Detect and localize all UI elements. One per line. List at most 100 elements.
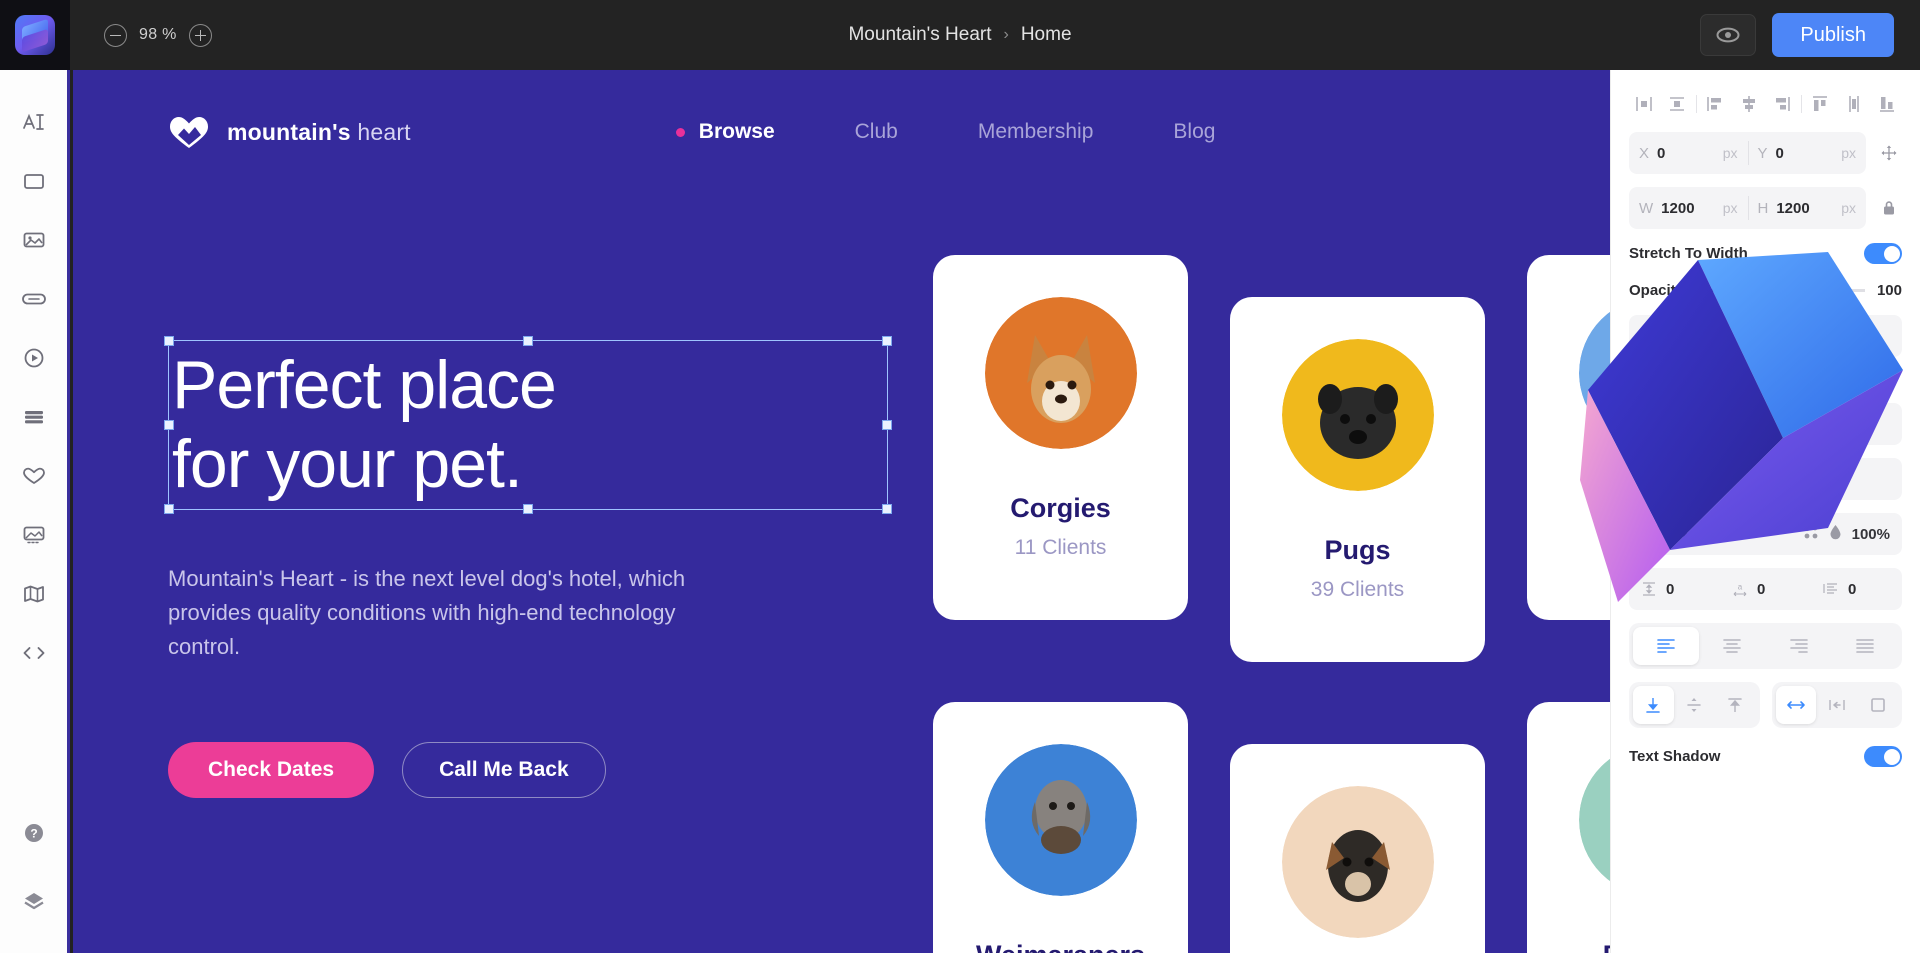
resize-handle-bottom-left[interactable] [164, 503, 174, 514]
align-vertical-center-icon[interactable] [1662, 90, 1692, 118]
site-brand[interactable]: mountain's heart [168, 115, 411, 149]
y-field[interactable]: Y 0 px [1747, 132, 1867, 174]
font-style-select[interactable]: Medium Italic [1629, 470, 1782, 488]
height-label: H [1757, 199, 1769, 217]
active-dot-icon [675, 127, 685, 137]
letter-spacing-field[interactable]: a 0 [1720, 581, 1811, 598]
preview-button[interactable] [1700, 14, 1757, 56]
lock-icon[interactable] [1876, 199, 1902, 217]
layers-button[interactable] [0, 879, 69, 923]
auto-width-icon [1787, 701, 1805, 709]
valign-bottom-button[interactable] [1633, 686, 1674, 724]
align-center-icon[interactable] [1734, 90, 1764, 118]
text-align-center-button[interactable] [1699, 627, 1765, 665]
corner-radius-field[interactable]: 0 [1766, 328, 1903, 345]
resize-handle-bottom-right[interactable] [882, 503, 892, 514]
align-horizontal-center-icon[interactable] [1629, 90, 1659, 118]
font-size-field[interactable]: 100 [1782, 471, 1902, 488]
text-align-right-button[interactable] [1766, 627, 1832, 665]
text-spacing-row: 0 a 0 0 [1629, 568, 1902, 610]
fixed-size-button[interactable] [1857, 686, 1898, 724]
font-family-input[interactable]: Roboto [1629, 403, 1902, 445]
rotation-field[interactable]: 0° [1629, 328, 1766, 345]
favorites-tool[interactable] [0, 446, 69, 505]
pet-photo-weimaraners [984, 744, 1137, 896]
breadcrumb-page[interactable]: Home [1021, 24, 1072, 46]
play-circle-icon [24, 348, 43, 367]
vertical-align-group [1629, 682, 1760, 728]
valign-middle-button[interactable] [1674, 686, 1715, 724]
top-bar-actions: Publish [1700, 13, 1894, 57]
code-tool[interactable] [0, 623, 69, 682]
x-field[interactable]: X 0 px [1629, 132, 1748, 174]
nav-item-membership[interactable]: Membership [978, 120, 1094, 144]
resize-handle-top-left[interactable] [164, 336, 174, 346]
move-icon[interactable] [1876, 144, 1902, 162]
align-top-icon[interactable] [1805, 90, 1835, 118]
check-dates-button[interactable]: Check Dates [168, 742, 375, 799]
help-button[interactable]: ? [0, 811, 69, 855]
layers-lines-icon [24, 410, 43, 423]
opacity-slider[interactable] [1696, 282, 1865, 299]
hero-section: Perfect place for your pet. Mountain's H… [164, 336, 892, 799]
pet-card-corgies[interactable]: Corgies 11 Clients [933, 255, 1188, 620]
app-logo[interactable] [0, 0, 70, 70]
button-tool[interactable] [0, 269, 69, 328]
video-tool[interactable] [0, 328, 69, 387]
size-row: W 1200 px H 1200 px [1629, 187, 1902, 229]
opacity-label: Opacity [1629, 282, 1685, 299]
gallery-tool[interactable] [0, 505, 69, 564]
text-align-left-button[interactable] [1633, 627, 1700, 665]
auto-height-button[interactable] [1816, 686, 1857, 724]
layers-diamond-icon [23, 893, 44, 910]
pet-card-pugs[interactable]: Pugs 39 Clients [1230, 297, 1485, 662]
opacity-slider-knob[interactable] [1800, 282, 1818, 299]
pet-card-weimaraners[interactable]: Weimaraners 28 Clients [933, 702, 1188, 953]
text-align-justify-button[interactable] [1832, 627, 1898, 665]
position-fields: X 0 px Y 0 px [1629, 132, 1866, 174]
height-field[interactable]: H 1200 px [1747, 187, 1867, 229]
map-tool[interactable] [0, 564, 69, 623]
text-align-left-icon [1657, 639, 1675, 653]
rectangle-tool[interactable] [0, 151, 69, 210]
color-grid-icon[interactable] [1803, 524, 1819, 545]
nav-item-club[interactable]: Club [855, 120, 898, 144]
resize-handle-top-center[interactable] [523, 336, 533, 346]
breadcrumb: Mountain's Heart › Home [848, 24, 1071, 46]
align-bottom-icon[interactable] [1872, 90, 1902, 118]
stretch-to-width-toggle[interactable] [1864, 243, 1902, 264]
call-me-back-button[interactable]: Call Me Back [402, 742, 606, 799]
hero-title-selection[interactable]: Perfect place for your pet. [164, 336, 892, 514]
image-tool[interactable] [0, 210, 69, 269]
publish-button[interactable]: Publish [1772, 13, 1894, 57]
width-field[interactable]: W 1200 px [1629, 187, 1748, 229]
stack-tool[interactable] [0, 387, 69, 446]
valign-top-button[interactable] [1715, 686, 1756, 724]
left-rail-bottom: ? [0, 811, 69, 953]
heart-icon [22, 467, 45, 484]
align-right-icon[interactable] [1767, 90, 1797, 118]
paragraph-spacing-field[interactable]: 0 [1811, 581, 1902, 598]
color-opacity-value[interactable]: 100% [1852, 526, 1890, 543]
map-icon [23, 585, 44, 602]
pet-card-terriers[interactable]: Terriers 12 Clients [1230, 744, 1485, 953]
hero-subtitle[interactable]: Mountain's Heart - is the next level dog… [168, 562, 708, 664]
text-tool[interactable] [0, 92, 69, 151]
pet-name: Weimaraners [976, 940, 1145, 953]
resize-handle-top-right[interactable] [882, 336, 892, 346]
zoom-out-button[interactable] [104, 23, 127, 47]
auto-width-button[interactable] [1775, 686, 1817, 724]
align-left-icon[interactable] [1700, 90, 1730, 118]
color-hex-value[interactable]: #A4A4A4 [1670, 526, 1736, 543]
breadcrumb-project[interactable]: Mountain's Heart [848, 24, 991, 46]
resize-handle-bottom-center[interactable] [523, 503, 533, 514]
color-swatch[interactable] [1641, 524, 1660, 544]
nav-item-browse[interactable]: Browse [675, 120, 775, 144]
distribute-horizontal-icon[interactable] [1839, 90, 1869, 118]
text-shadow-toggle[interactable] [1864, 746, 1902, 767]
nav-item-blog[interactable]: Blog [1173, 120, 1215, 144]
zoom-in-button[interactable] [188, 23, 212, 47]
rectangle-icon [23, 173, 44, 189]
droplet-icon[interactable] [1829, 524, 1842, 545]
line-height-field[interactable]: 0 [1629, 581, 1720, 598]
